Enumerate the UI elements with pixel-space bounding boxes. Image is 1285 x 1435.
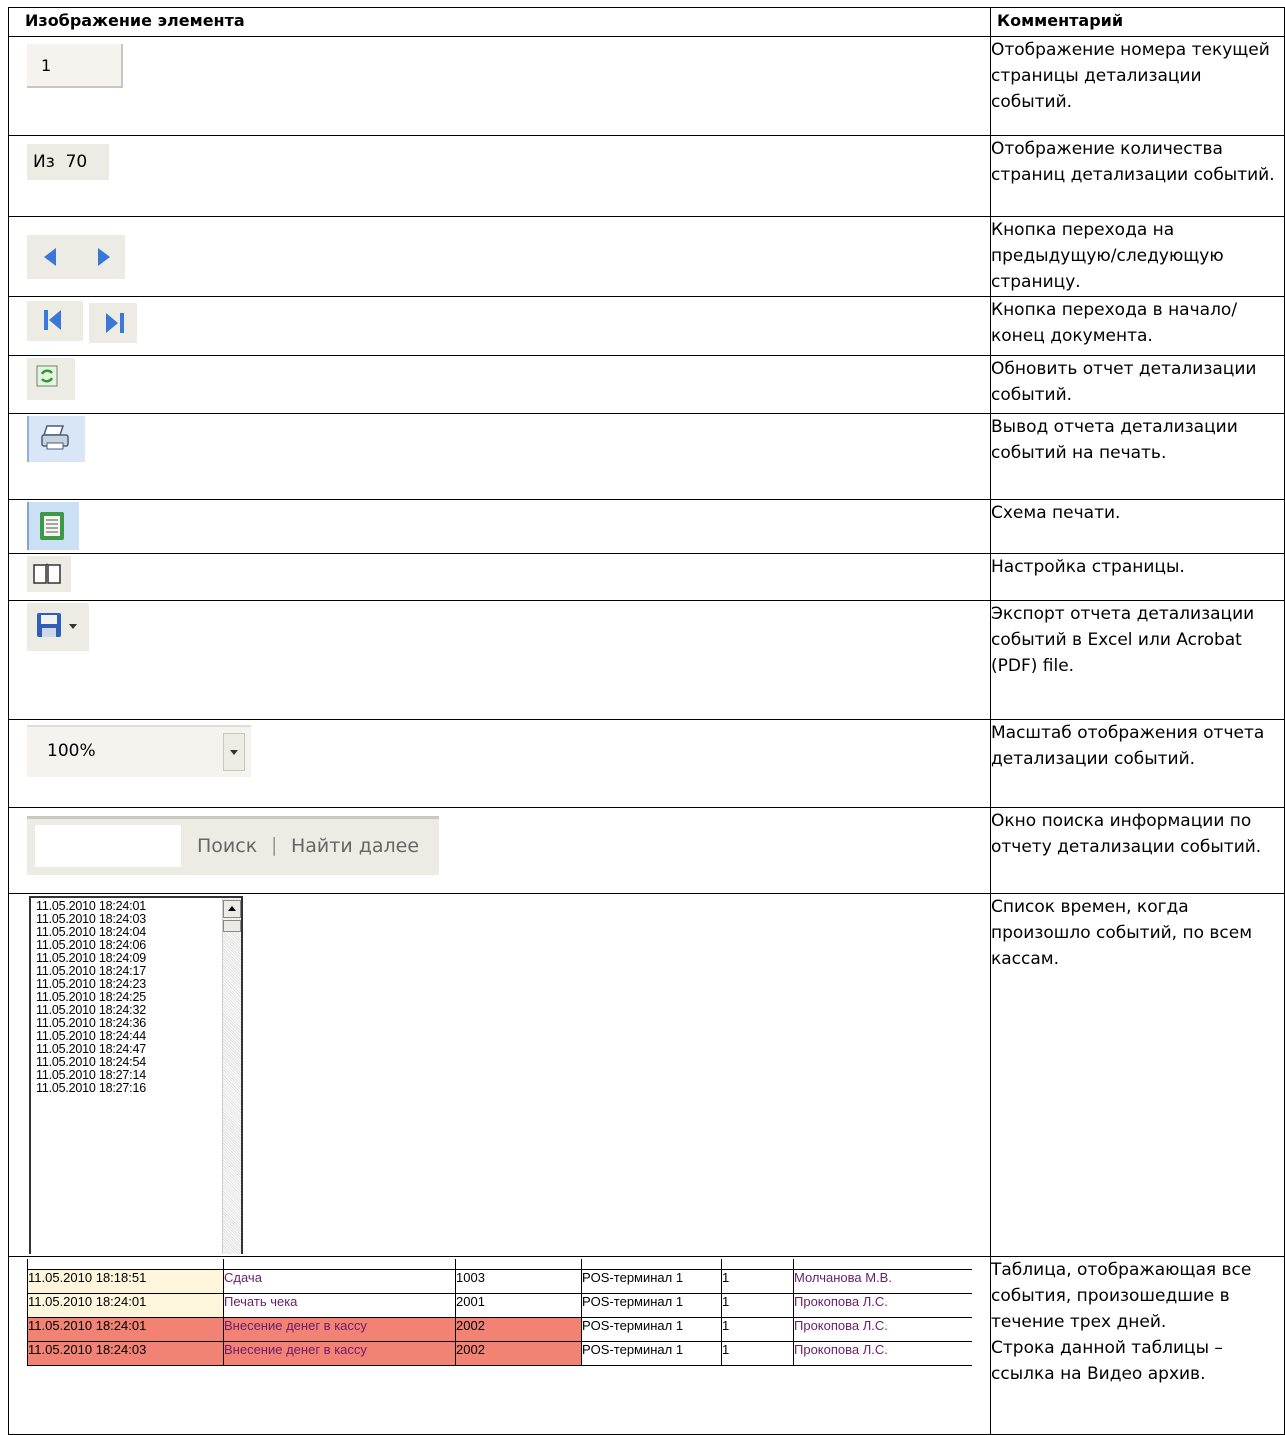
table-row: Обновить отчет детализации событий. [8, 354, 1285, 414]
table-row[interactable]: 11.05.2010 18:18:51 Сдача 1003 POS-терминал… [27, 1268, 972, 1294]
cell-num[interactable]: 1 [721, 1292, 794, 1318]
refresh-icon[interactable] [35, 364, 59, 388]
table-row: Поиск | Найти далее Окно поиска информац… [8, 806, 1285, 894]
cell-date[interactable]: 11.05.2010 18:18:51 [27, 1268, 224, 1294]
comment-cell: Обновить отчет детализации событий. [990, 354, 1285, 414]
list-item[interactable]: 11.05.2010 18:24:01 [36, 899, 146, 913]
search-input[interactable] [35, 824, 181, 867]
cell-event[interactable]: Внесение денег в кассу [223, 1340, 456, 1366]
list-item[interactable]: 11.05.2010 18:27:16 [36, 1081, 146, 1095]
cell-cashier[interactable]: Молчанова М.В. [793, 1268, 972, 1294]
page-number-field[interactable]: 1 [27, 44, 123, 88]
list-item[interactable]: 11.05.2010 18:24:32 [36, 1003, 146, 1017]
list-item[interactable]: 11.05.2010 18:24:54 [36, 1055, 146, 1069]
times-listbox[interactable]: 11.05.2010 18:24:01 11.05.2010 18:24:03 11… [29, 895, 243, 1254]
cell-terminal[interactable]: POS-терминал 1 [581, 1268, 722, 1294]
cell-event[interactable]: Печать чека [223, 1292, 456, 1318]
list-item[interactable]: 11.05.2010 18:24:36 [36, 1016, 146, 1030]
table-row: 11.05.2010 18:18:51 Сдача 1003 POS-терминал… [8, 1255, 1285, 1435]
cell-date[interactable]: 11.05.2010 18:24:01 [27, 1292, 224, 1318]
comment-cell: Таблица, отображающая все события, произ… [990, 1255, 1285, 1435]
page-setup-icon[interactable] [31, 560, 65, 588]
cell-num[interactable]: 1 [721, 1316, 794, 1342]
cell-code[interactable]: 2001 [455, 1292, 582, 1318]
list-item[interactable]: 11.05.2010 18:24:06 [36, 938, 146, 952]
comment-cell: Настройка страницы. [990, 552, 1285, 601]
header-image: Изображение элемента [8, 7, 991, 37]
separator: | [271, 833, 278, 856]
cell-code[interactable]: 2002 [455, 1316, 582, 1342]
list-item[interactable]: 11.05.2010 18:24:09 [36, 951, 146, 965]
list-item[interactable]: 11.05.2010 18:24:17 [36, 964, 146, 978]
table-row: 11.05.2010 18:24:01 11.05.2010 18:24:03 11… [8, 892, 1285, 1257]
zoom-select[interactable]: 100% [27, 724, 251, 777]
table-row: 100% Масштаб отображения отчета детализа… [8, 718, 1285, 808]
table-row: Вывод отчета детализации событий на печа… [8, 412, 1285, 500]
list-item[interactable]: 11.05.2010 18:24:47 [36, 1042, 146, 1056]
comment-cell: Отображение количества страниц детализац… [990, 135, 1285, 217]
table-row: Из 70 Отображение количества страниц дет… [8, 135, 1285, 217]
list-item[interactable]: 11.05.2010 18:27:14 [36, 1068, 146, 1082]
comment-cell: Вывод отчета детализации событий на печа… [990, 412, 1285, 500]
table-row: Кнопка перехода на предыдущую/следующую … [8, 216, 1285, 297]
table-row: Кнопка перехода в начало/конец документа… [8, 295, 1285, 356]
comment-cell: Масштаб отображения отчета детализации с… [990, 718, 1285, 808]
search-bar: Поиск | Найти далее [27, 815, 439, 875]
page-count-label: Из 70 [27, 144, 109, 180]
table-row[interactable]: 11.05.2010 18:24:01 Внесение денег в касс… [27, 1316, 972, 1342]
next-page-icon[interactable] [89, 243, 117, 271]
find-next-button[interactable]: Найти далее [291, 835, 419, 857]
cell-num[interactable]: 1 [721, 1268, 794, 1294]
table-row: 1 Отображение номера текущей страницы де… [8, 36, 1285, 136]
header-row: Изображение элемента Комментарий [8, 7, 1285, 37]
prev-page-icon[interactable] [37, 243, 65, 271]
cell-terminal[interactable]: POS-терминал 1 [581, 1340, 722, 1366]
table-row: Схема печати. [8, 498, 1285, 554]
zoom-value: 100% [47, 740, 96, 761]
table-row: Экспорт отчета детализации событий в Exc… [8, 599, 1285, 720]
comment-cell: Кнопка перехода на предыдущую/следующую … [990, 216, 1285, 297]
comment-cell: Экспорт отчета детализации событий в Exc… [990, 599, 1285, 720]
cell-event[interactable]: Внесение денег в кассу [223, 1316, 456, 1342]
cell-code[interactable]: 2002 [455, 1340, 582, 1366]
dropdown-arrow-icon[interactable] [67, 621, 79, 631]
scrollbar[interactable] [222, 897, 241, 1254]
comment-cell: Отображение номера текущей страницы дета… [990, 36, 1285, 136]
search-button[interactable]: Поиск [197, 835, 257, 857]
events-table: 11.05.2010 18:18:51 Сдача 1003 POS-терминал… [27, 1258, 972, 1429]
print-icon[interactable] [39, 422, 73, 454]
last-page-icon[interactable] [101, 307, 129, 337]
table-row[interactable]: 11.05.2010 18:24:03 Внесение денег в касс… [27, 1340, 972, 1366]
save-export-icon[interactable] [35, 611, 63, 639]
scroll-up-icon[interactable] [223, 899, 241, 918]
cell-terminal[interactable]: POS-терминал 1 [581, 1316, 722, 1342]
cell-cashier[interactable]: Прокопова Л.С. [793, 1292, 972, 1318]
elements-table: Изображение элемента Комментарий 1 Отобр… [8, 7, 1285, 1435]
comment-cell: Схема печати. [990, 498, 1285, 554]
scroll-thumb[interactable] [223, 919, 241, 932]
cell-cashier[interactable]: Прокопова Л.С. [793, 1316, 972, 1342]
print-layout-icon[interactable] [37, 510, 67, 542]
first-page-icon[interactable] [39, 305, 67, 335]
list-item[interactable]: 11.05.2010 18:24:03 [36, 912, 146, 926]
comment-cell: Окно поиска информации по отчету детализ… [990, 806, 1285, 894]
cell-cashier[interactable]: Прокопова Л.С. [793, 1340, 972, 1366]
list-item[interactable]: 11.05.2010 18:24:23 [36, 977, 146, 991]
cell-code[interactable]: 1003 [455, 1268, 582, 1294]
table-row[interactable]: 11.05.2010 18:24:01 Печать чека 2001 POS-те… [27, 1292, 972, 1318]
cell-date[interactable]: 11.05.2010 18:24:01 [27, 1316, 224, 1342]
list-item[interactable]: 11.05.2010 18:24:25 [36, 990, 146, 1004]
cell-num[interactable]: 1 [721, 1340, 794, 1366]
table-row: Настройка страницы. [8, 552, 1285, 601]
list-item[interactable]: 11.05.2010 18:24:04 [36, 925, 146, 939]
cell-event[interactable]: Сдача [223, 1268, 456, 1294]
cell-date[interactable]: 11.05.2010 18:24:03 [27, 1340, 224, 1366]
chevron-down-icon[interactable] [223, 732, 245, 771]
cell-terminal[interactable]: POS-терминал 1 [581, 1292, 722, 1318]
list-item[interactable]: 11.05.2010 18:24:44 [36, 1029, 146, 1043]
header-comment: Комментарий [990, 7, 1285, 37]
comment-cell: Кнопка перехода в начало/конец документа… [990, 295, 1285, 356]
comment-cell: Список времен, когда произошло событий, … [990, 892, 1285, 1257]
